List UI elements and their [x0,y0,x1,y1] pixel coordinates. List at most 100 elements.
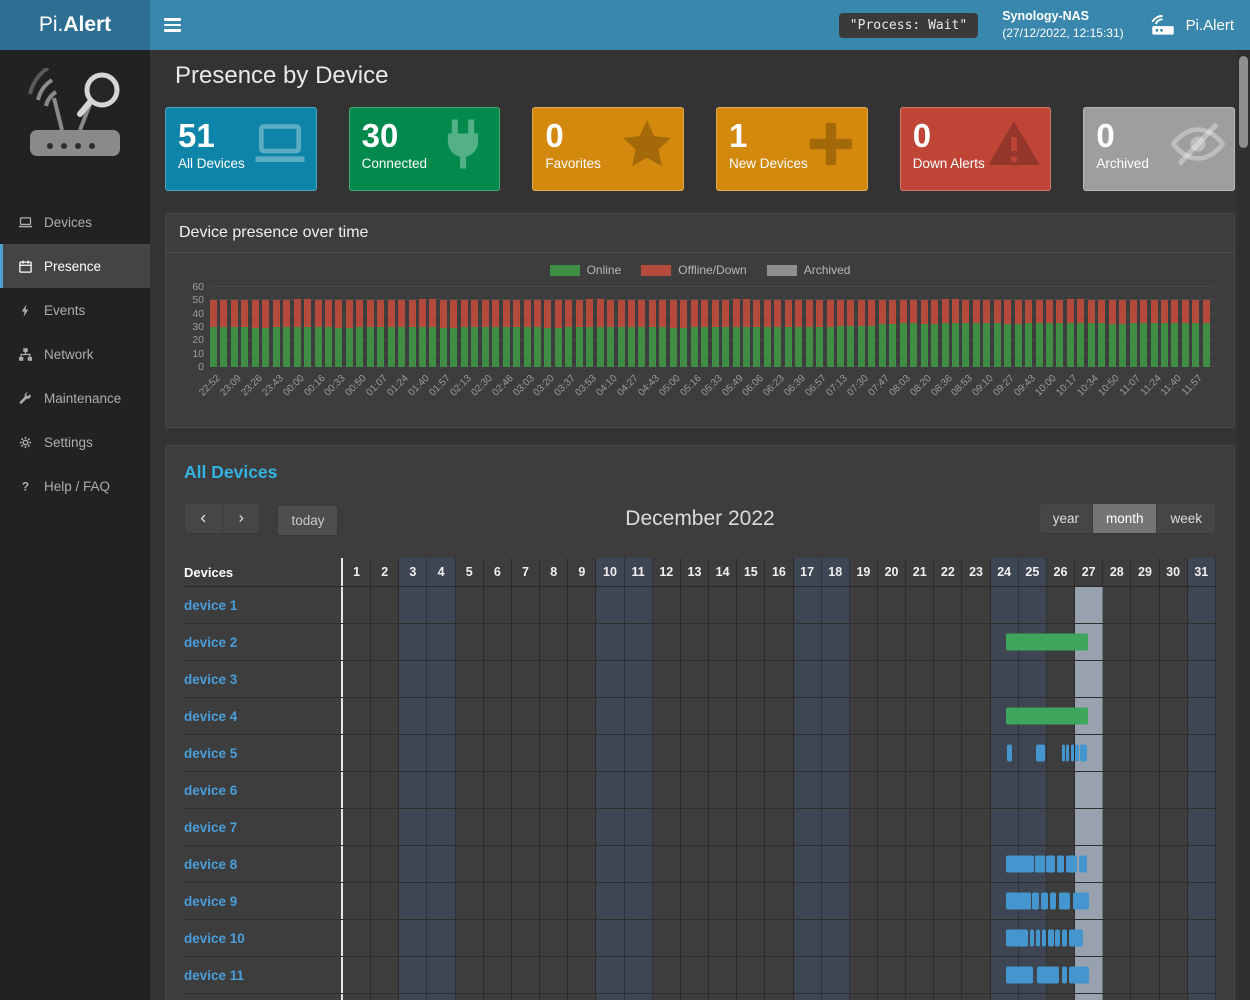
day-cell [1103,624,1131,660]
sidebar-item-network[interactable]: Network [0,332,150,376]
day-cell [371,587,399,623]
calendar-view-month-button[interactable]: month [1092,503,1157,534]
presence-event-blue[interactable] [1057,856,1065,873]
presence-bar-offline-down [1077,299,1084,323]
presence-event-blue[interactable] [1062,967,1068,984]
presence-event-blue[interactable] [1041,893,1048,910]
presence-event-blue[interactable] [1080,745,1087,762]
presence-event-blue[interactable] [1006,893,1031,910]
day-cell [709,920,737,956]
device-link[interactable]: device 6 [184,783,237,798]
presence-bar-online [806,327,813,367]
presence-bar-offline-down [994,300,1001,323]
presence-event-blue[interactable] [1036,745,1044,762]
day-cell [512,624,540,660]
presence-bar-offline-down [921,300,928,324]
scrollbar-track[interactable] [1237,50,1250,1000]
sidebar-item-help-faq[interactable]: ?Help / FAQ [0,464,150,508]
day-cell [765,920,793,956]
presence-event-green[interactable] [1006,708,1088,725]
device-link[interactable]: device 2 [184,635,237,650]
sidebar-item-devices[interactable]: Devices [0,200,150,244]
process-status-badge[interactable]: "Process: Wait" [839,13,978,38]
sidebar-item-maintenance[interactable]: Maintenance [0,376,150,420]
presence-bar-online [701,327,708,367]
presence-bar-offline-down [252,300,259,328]
presence-bar-offline-down [962,300,969,323]
presence-bar-offline-down [1004,300,1011,324]
sidebar-item-presence[interactable]: Presence [0,244,150,288]
presence-event-blue[interactable] [1055,930,1060,947]
device-link[interactable]: device 3 [184,672,237,687]
presence-event-blue[interactable] [1066,856,1077,873]
presence-event-blue[interactable] [1032,893,1039,910]
info-box-connected[interactable]: 30Connected [349,107,501,191]
day-cell [456,661,484,697]
calendar-next-button[interactable] [222,503,260,534]
day-cell [794,772,822,808]
day-cell [456,846,484,882]
presence-event-blue[interactable] [1006,967,1033,984]
scrollbar-thumb[interactable] [1239,56,1248,148]
sidebar-item-events[interactable]: Events [0,288,150,332]
day-cell [1131,735,1159,771]
presence-event-blue[interactable] [1059,893,1070,910]
day-cell [625,698,653,734]
presence-event-blue[interactable] [1075,745,1078,762]
info-box-favorites[interactable]: 0Favorites [532,107,684,191]
day-cell [794,957,822,993]
presence-event-blue[interactable] [1066,745,1069,762]
presence-event-blue[interactable] [1035,856,1045,873]
day-cell [596,661,624,697]
presence-bar-offline-down [524,300,531,327]
presence-event-blue[interactable] [1073,893,1088,910]
calendar-view-week-button[interactable]: week [1156,503,1216,534]
presence-event-blue[interactable] [1048,930,1054,947]
presence-event-blue[interactable] [1046,856,1054,873]
day-cell [625,957,653,993]
hamburger-menu-icon[interactable] [150,0,195,50]
presence-event-blue[interactable] [1037,967,1058,984]
top-navbar: Pi.Alert "Process: Wait" Synology-NAS (2… [0,0,1250,50]
presence-event-blue[interactable] [1036,930,1041,947]
info-box-down-alerts[interactable]: 0Down Alerts [900,107,1052,191]
device-link[interactable]: device 8 [184,857,237,872]
info-box-archived[interactable]: 0Archived [1083,107,1235,191]
device-link[interactable]: device 11 [184,968,244,983]
calendar-today-button[interactable]: today [277,505,338,536]
day-cell [1075,661,1103,697]
presence-event-blue[interactable] [1062,745,1065,762]
presence-event-blue[interactable] [1006,930,1028,947]
device-link[interactable]: device 10 [184,931,245,946]
day-cell [653,735,681,771]
device-link[interactable]: device 5 [184,746,237,761]
day-cell [653,772,681,808]
presence-event-green[interactable] [1006,634,1088,651]
presence-bar-online [503,327,510,367]
presence-event-blue[interactable] [1069,967,1089,984]
info-box-new-devices[interactable]: 1New Devices [716,107,868,191]
sidebar-item-settings[interactable]: Settings [0,420,150,464]
presence-event-blue[interactable] [1079,856,1087,873]
presence-event-blue[interactable] [1050,893,1056,910]
info-box-all-devices[interactable]: 51All Devices [165,107,317,191]
presence-event-blue[interactable] [1006,856,1033,873]
presence-event-blue[interactable] [1069,930,1083,947]
presence-bar-online [607,327,614,367]
device-link[interactable]: device 7 [184,820,237,835]
device-link[interactable]: device 1 [184,598,237,613]
calendar-view-year-button[interactable]: year [1039,503,1092,534]
day-cell [962,994,990,1000]
calendar-prev-button[interactable] [184,503,222,534]
presence-event-blue[interactable] [1007,745,1012,762]
device-link[interactable]: device 9 [184,894,237,909]
app-logo[interactable]: Pi.Alert [0,0,150,50]
presence-event-blue[interactable] [1062,930,1068,947]
presence-event-blue[interactable] [1042,930,1047,947]
device-link[interactable]: device 4 [184,709,237,724]
presence-bar-offline-down [1192,300,1199,323]
day-cell [709,624,737,660]
presence-bar-offline-down [900,300,907,323]
presence-event-blue[interactable] [1030,930,1035,947]
presence-event-blue[interactable] [1071,745,1074,762]
